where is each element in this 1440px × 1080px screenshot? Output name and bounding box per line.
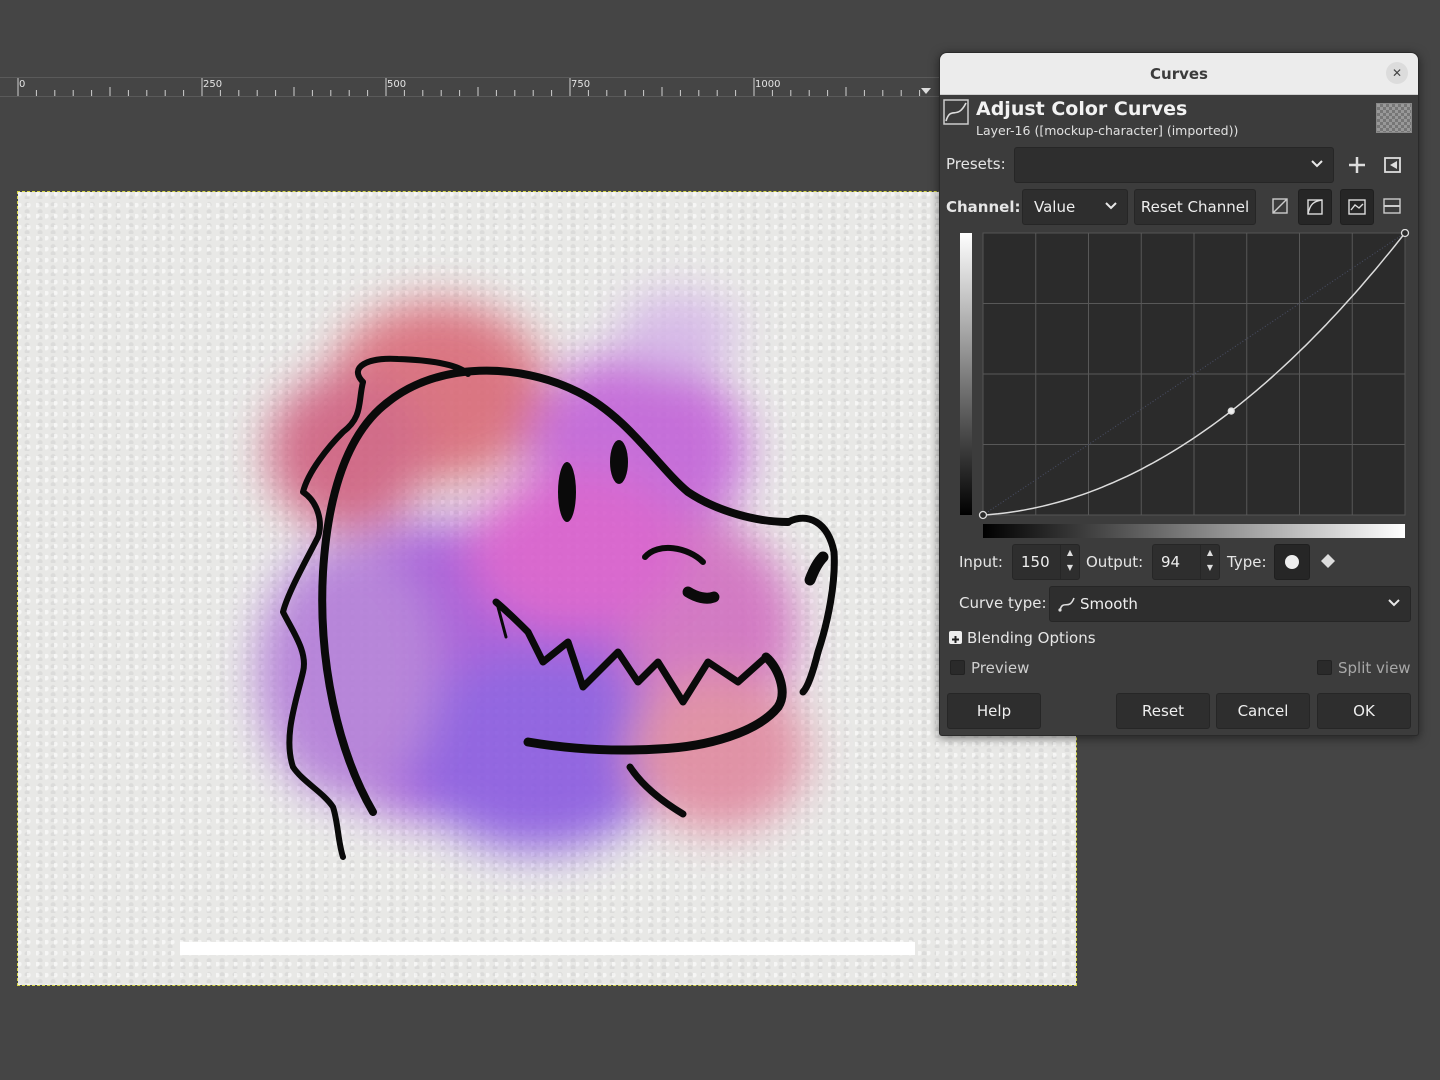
curve-control-point — [1400, 229, 1410, 238]
smooth-point-icon — [1285, 555, 1299, 569]
presets-dropdown[interactable] — [1014, 147, 1334, 183]
curves-dialog[interactable]: Curves ✕ Adjust Color Curves Layer-16 ([… — [939, 52, 1419, 736]
dialog-header: Adjust Color Curves Layer-16 ([mockup-ch… — [940, 95, 1418, 141]
ruler-label-750: 750 — [571, 79, 591, 90]
dialog-title: Curves — [1150, 65, 1208, 83]
layer-thumbnail — [1376, 103, 1412, 133]
curve-control-point — [1227, 407, 1235, 415]
reset-button[interactable]: Reset — [1116, 693, 1210, 729]
split-view-checkbox[interactable] — [1317, 660, 1332, 675]
linear-histogram-icon — [1272, 198, 1288, 214]
chevron-down-icon — [1310, 153, 1324, 177]
spin-arrows-icon[interactable]: ▲ ▼ — [1200, 545, 1219, 579]
spin-arrows-icon[interactable]: ▲ ▼ — [1060, 545, 1079, 579]
chevron-down-icon — [1387, 592, 1401, 616]
dialog-heading: Adjust Color Curves — [976, 98, 1188, 120]
smooth-point-button[interactable] — [1274, 544, 1310, 580]
chevron-down-icon — [1104, 195, 1118, 219]
linear-histogram-button[interactable] — [1264, 189, 1296, 223]
blending-options-expander[interactable]: Blending Options — [967, 629, 1096, 647]
input-gradient-bar — [983, 524, 1405, 538]
log-histogram-button[interactable] — [1298, 189, 1332, 225]
freehand-curve-icon — [1383, 198, 1401, 214]
curve-type-label: Curve type: — [959, 594, 1047, 612]
type-label: Type: — [1227, 553, 1267, 571]
cancel-button[interactable]: Cancel — [1216, 693, 1310, 729]
ruler-label-250: 250 — [203, 79, 223, 90]
ruler-label-500: 500 — [387, 79, 407, 90]
reset-channel-button[interactable]: Reset Channel — [1134, 189, 1256, 225]
corner-point-icon — [1321, 554, 1335, 568]
preview-checkbox[interactable] — [950, 660, 965, 675]
natural-curve-icon — [1348, 199, 1366, 215]
image-canvas[interactable] — [17, 191, 1077, 986]
presets-label: Presets: — [946, 155, 1006, 173]
ruler-pointer-icon — [921, 88, 931, 94]
channel-value: Value — [1034, 198, 1076, 216]
log-histogram-icon — [1307, 199, 1323, 215]
ruler-label-0: 0 — [19, 79, 26, 90]
dialog-subheading: Layer-16 ([mockup-character] (imported)) — [976, 123, 1239, 138]
horizontal-ruler[interactable]: 0 250 500 750 1000 — [0, 77, 940, 97]
curve-graph[interactable] — [956, 229, 1412, 541]
ruler-label-1000: 1000 — [755, 79, 781, 90]
input-value: 150 — [1021, 553, 1050, 571]
output-value: 94 — [1161, 553, 1181, 571]
output-spinner[interactable]: 94 ▲ ▼ — [1152, 544, 1220, 580]
close-button[interactable]: ✕ — [1386, 62, 1408, 84]
smooth-curve-icon — [1058, 597, 1075, 612]
curve-type-dropdown[interactable]: Smooth — [1049, 586, 1411, 622]
curve-type-value: Smooth — [1080, 595, 1138, 613]
preview-label: Preview — [971, 659, 1030, 677]
add-preset-icon[interactable] — [1347, 155, 1367, 175]
manage-presets-icon[interactable] — [1383, 155, 1403, 175]
dialog-titlebar[interactable]: Curves ✕ — [940, 53, 1418, 95]
output-gradient-bar — [960, 233, 972, 515]
input-label: Input: — [959, 553, 1003, 571]
white-stripe — [180, 942, 915, 955]
ok-button[interactable]: OK — [1317, 693, 1411, 729]
input-spinner[interactable]: 150 ▲ ▼ — [1012, 544, 1080, 580]
output-label: Output: — [1086, 553, 1144, 571]
curve-control-point — [978, 510, 988, 520]
freehand-curve-button[interactable] — [1376, 189, 1408, 223]
help-button[interactable]: Help — [947, 693, 1041, 729]
natural-curve-button[interactable] — [1340, 189, 1374, 225]
corner-point-button[interactable] — [1312, 544, 1344, 578]
channel-dropdown[interactable]: Value — [1022, 189, 1128, 225]
artwork — [180, 292, 915, 955]
curve-icon — [943, 99, 969, 125]
channel-label: Channel: — [946, 198, 1021, 216]
split-view-label: Split view — [1338, 659, 1411, 677]
expand-icon[interactable] — [949, 631, 962, 644]
